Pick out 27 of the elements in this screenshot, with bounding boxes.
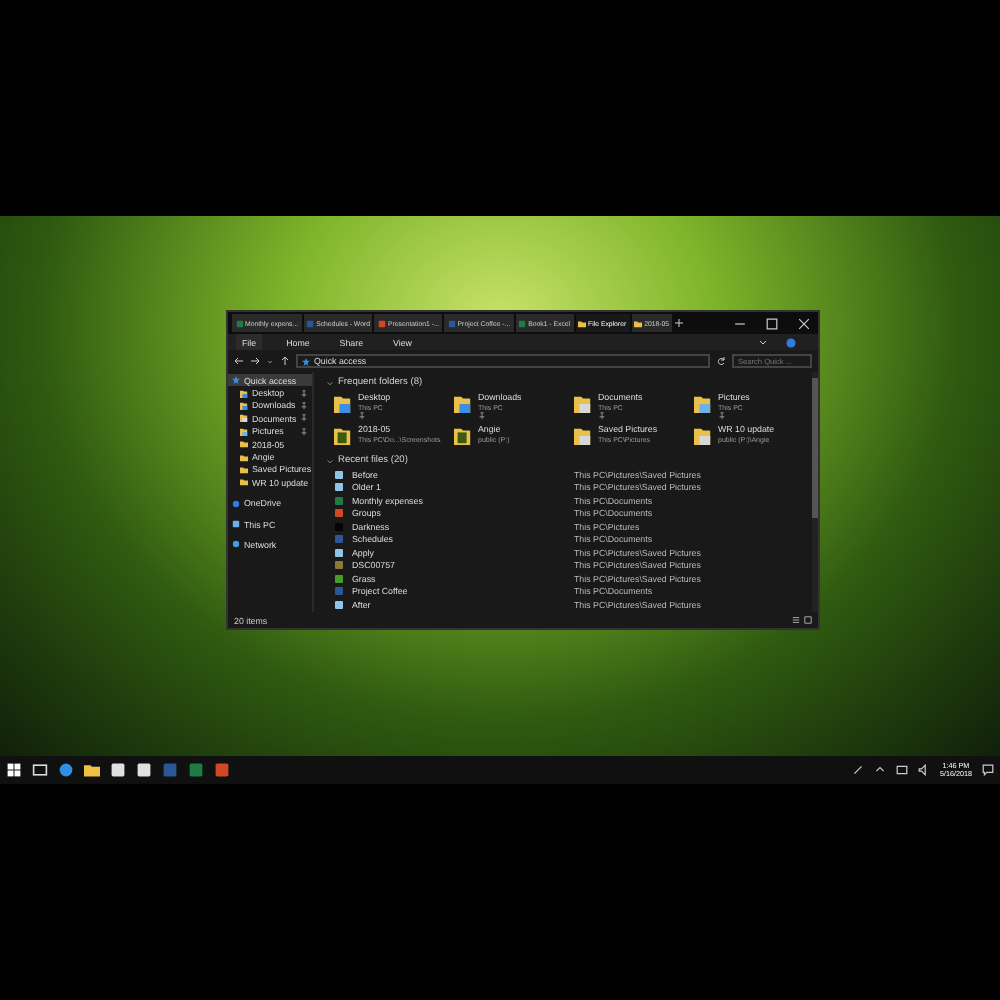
chevron-icon[interactable] (874, 764, 886, 776)
details-view-icon[interactable] (792, 616, 800, 624)
refresh-icon[interactable] (716, 356, 726, 366)
taskbar-app-icon (6, 762, 22, 778)
notification-icon[interactable] (982, 764, 994, 776)
app-icon (578, 319, 587, 327)
star-icon (302, 357, 310, 365)
tiles-view-icon[interactable] (804, 616, 812, 624)
network-icon[interactable] (896, 764, 908, 776)
help-icon (786, 337, 796, 347)
collapse-icon[interactable] (326, 379, 334, 387)
app-icon (235, 319, 243, 327)
forward-icon[interactable] (250, 356, 260, 366)
app-icon (306, 319, 315, 327)
minimize-icon[interactable] (734, 317, 746, 329)
maximize-icon[interactable] (766, 317, 778, 329)
back-icon[interactable] (234, 356, 244, 366)
new-tab-icon[interactable] (674, 318, 685, 328)
scrollbar[interactable] (812, 372, 818, 612)
app-icon (518, 319, 527, 327)
close-icon[interactable] (798, 317, 810, 329)
app-icon (377, 319, 386, 327)
pen-icon[interactable] (852, 764, 864, 776)
app-icon (634, 319, 643, 327)
up-icon[interactable] (280, 356, 290, 366)
app-icon (447, 319, 456, 327)
volume-icon[interactable] (918, 764, 930, 776)
